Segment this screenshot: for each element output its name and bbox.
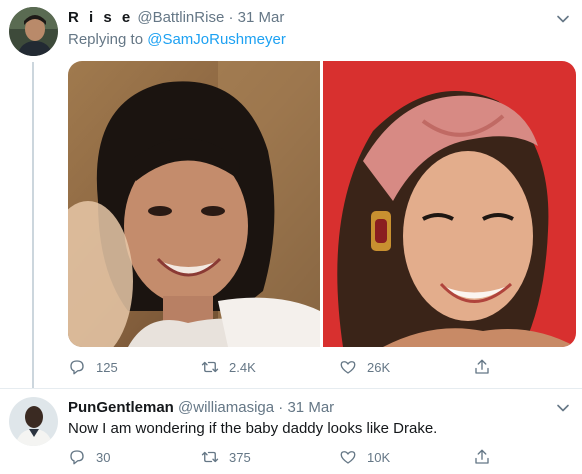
media-grid — [68, 61, 576, 347]
display-name[interactable]: R i s e — [68, 9, 133, 26]
separator-dot: · — [278, 399, 284, 416]
like-count: 26K — [367, 359, 391, 375]
photo-left[interactable] — [68, 61, 320, 347]
tweet-header: PunGentleman @williamasiga · 31 Mar — [68, 399, 334, 417]
display-name[interactable]: PunGentleman — [68, 399, 174, 416]
retweet-icon — [201, 451, 219, 463]
retweet-count: 375 — [229, 449, 251, 465]
tweet-actions: 30 375 10K — [68, 447, 508, 467]
like-count: 10K — [367, 449, 391, 465]
replying-prefix: Replying to — [68, 31, 144, 48]
reply-icon — [70, 450, 84, 465]
tweet-date[interactable]: 31 Mar — [238, 9, 285, 26]
like-icon — [340, 451, 356, 464]
reply-count: 125 — [96, 359, 118, 375]
tweet[interactable]: PunGentleman @williamasiga · 31 Mar Now … — [0, 388, 582, 474]
share-button[interactable] — [473, 447, 491, 467]
tweet-actions: 125 2.4K 26K — [68, 357, 508, 377]
retweet-button[interactable]: 375 — [201, 447, 251, 467]
replying-to-link[interactable]: @SamJoRushmeyer — [147, 31, 286, 48]
user-handle[interactable]: @williamasiga — [178, 399, 274, 416]
retweet-icon — [201, 361, 219, 373]
like-button[interactable]: 10K — [339, 447, 390, 467]
chevron-down-icon[interactable] — [556, 401, 570, 415]
retweet-button[interactable]: 2.4K — [201, 357, 256, 377]
like-icon — [340, 361, 356, 374]
reply-button[interactable]: 30 — [68, 447, 110, 467]
chevron-down-icon[interactable] — [556, 12, 570, 26]
reply-icon — [70, 360, 84, 375]
replying-to: Replying to @SamJoRushmeyer — [68, 31, 286, 48]
tweet-header: R i s e @BattlinRise · 31 Mar — [68, 9, 284, 27]
retweet-count: 2.4K — [229, 359, 256, 375]
share-icon — [475, 449, 489, 464]
avatar[interactable] — [9, 397, 58, 446]
reply-count: 30 — [96, 449, 111, 465]
share-icon — [475, 359, 489, 374]
share-button[interactable] — [473, 357, 491, 377]
tweet-date[interactable]: 31 Mar — [287, 399, 334, 416]
reply-button[interactable]: 125 — [68, 357, 118, 377]
tweet-text: Now I am wondering if the baby daddy loo… — [68, 420, 438, 437]
photo-right[interactable] — [323, 61, 576, 347]
separator-dot: · — [228, 9, 234, 26]
user-handle[interactable]: @BattlinRise — [137, 9, 224, 26]
thread-line — [32, 62, 34, 388]
tweet[interactable]: R i s e @BattlinRise · 31 Mar Replying t… — [0, 0, 582, 388]
avatar[interactable] — [9, 7, 58, 56]
like-button[interactable]: 26K — [339, 357, 390, 377]
